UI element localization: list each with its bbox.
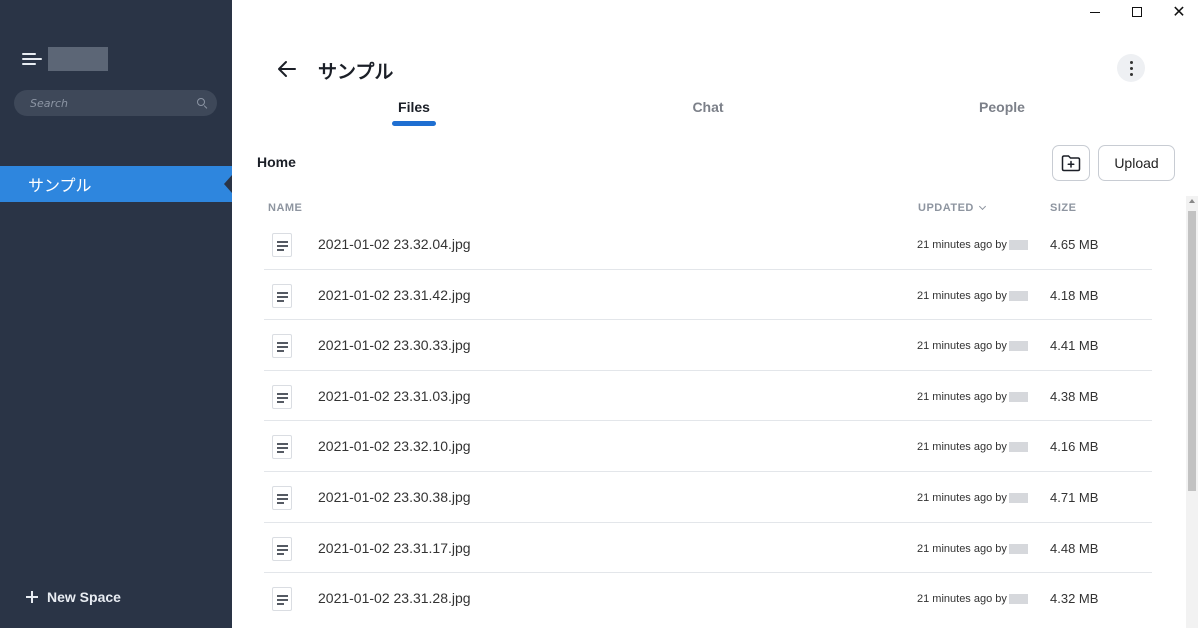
file-name[interactable]: 2021-01-02 23.32.04.jpg bbox=[318, 236, 471, 252]
file-name[interactable]: 2021-01-02 23.31.28.jpg bbox=[318, 590, 471, 606]
table-row[interactable]: 2021-01-02 23.31.42.jpg 21 minutes ago b… bbox=[264, 270, 1152, 321]
more-vertical-icon[interactable] bbox=[1117, 54, 1145, 82]
chevron-down-icon bbox=[978, 202, 986, 211]
file-icon bbox=[272, 435, 292, 460]
account-avatar[interactable] bbox=[48, 47, 108, 71]
file-size: 4.41 MB bbox=[1050, 338, 1099, 354]
file-list: 2021-01-02 23.32.04.jpg 21 minutes ago b… bbox=[264, 219, 1152, 624]
table-row[interactable]: 2021-01-02 23.32.10.jpg 21 minutes ago b… bbox=[264, 421, 1152, 472]
column-header-size[interactable]: SIZE bbox=[1050, 202, 1076, 214]
maximize-button[interactable] bbox=[1116, 0, 1158, 24]
file-icon bbox=[272, 536, 292, 561]
column-header-name[interactable]: NAME bbox=[268, 202, 302, 214]
user-name-redacted bbox=[1008, 543, 1028, 554]
scroll-up-arrow[interactable] bbox=[1189, 199, 1195, 203]
search-icon[interactable] bbox=[197, 98, 207, 108]
close-icon: ✕ bbox=[1172, 2, 1186, 21]
close-button[interactable]: ✕ bbox=[1158, 0, 1200, 24]
file-size: 4.71 MB bbox=[1050, 489, 1099, 505]
minimize-icon bbox=[1090, 11, 1100, 13]
plus-icon bbox=[26, 591, 38, 603]
sidebar-header bbox=[22, 46, 108, 72]
file-size: 4.48 MB bbox=[1050, 540, 1099, 556]
window-controls: ✕ bbox=[1074, 0, 1200, 24]
user-name-redacted bbox=[1008, 442, 1028, 453]
file-updated: 21 minutes ago by bbox=[917, 391, 1028, 403]
sidebar-item-space[interactable]: サンプル bbox=[0, 166, 232, 202]
file-icon bbox=[272, 384, 292, 409]
file-updated-text: 21 minutes ago by bbox=[917, 390, 1007, 403]
active-tab-indicator bbox=[392, 121, 436, 126]
file-icon bbox=[272, 587, 292, 612]
file-updated-text: 21 minutes ago by bbox=[917, 593, 1007, 606]
tab-chat[interactable]: Chat bbox=[678, 99, 738, 115]
new-space-button[interactable]: New Space bbox=[26, 589, 121, 605]
page-title: サンプル bbox=[318, 61, 394, 83]
column-header-updated[interactable]: UPDATED bbox=[918, 202, 986, 214]
table-row[interactable]: 2021-01-02 23.30.38.jpg 21 minutes ago b… bbox=[264, 472, 1152, 523]
file-size: 4.32 MB bbox=[1050, 591, 1099, 607]
user-name-redacted bbox=[1008, 492, 1028, 503]
file-updated: 21 minutes ago by bbox=[917, 290, 1028, 302]
file-size: 4.16 MB bbox=[1050, 439, 1099, 455]
sidebar: サンプル New Space bbox=[0, 0, 232, 628]
tab-files[interactable]: Files bbox=[384, 99, 444, 115]
user-name-redacted bbox=[1008, 391, 1028, 402]
file-icon bbox=[272, 334, 292, 359]
breadcrumb[interactable]: Home bbox=[257, 154, 296, 170]
file-icon bbox=[272, 485, 292, 510]
file-name[interactable]: 2021-01-02 23.30.33.jpg bbox=[318, 337, 471, 353]
file-updated-text: 21 minutes ago by bbox=[917, 491, 1007, 504]
user-name-redacted bbox=[1008, 594, 1028, 605]
file-size: 4.38 MB bbox=[1050, 388, 1099, 404]
file-name[interactable]: 2021-01-02 23.31.03.jpg bbox=[318, 388, 471, 404]
file-name[interactable]: 2021-01-02 23.31.17.jpg bbox=[318, 540, 471, 556]
file-updated: 21 minutes ago by bbox=[917, 492, 1028, 504]
user-name-redacted bbox=[1008, 240, 1028, 250]
table-row[interactable]: 2021-01-02 23.31.17.jpg 21 minutes ago b… bbox=[264, 523, 1152, 574]
search-input[interactable] bbox=[30, 96, 197, 110]
user-name-redacted bbox=[1008, 290, 1028, 301]
file-name[interactable]: 2021-01-02 23.30.38.jpg bbox=[318, 489, 471, 505]
file-updated-text: 21 minutes ago by bbox=[917, 340, 1007, 353]
file-name[interactable]: 2021-01-02 23.31.42.jpg bbox=[318, 287, 471, 303]
file-updated-text: 21 minutes ago by bbox=[917, 441, 1007, 454]
file-name[interactable]: 2021-01-02 23.32.10.jpg bbox=[318, 438, 471, 454]
new-folder-icon bbox=[1061, 155, 1081, 172]
sidebar-search[interactable] bbox=[14, 90, 217, 116]
file-size: 4.18 MB bbox=[1050, 287, 1099, 303]
file-updated: 21 minutes ago by bbox=[917, 239, 1028, 251]
file-updated-text: 21 minutes ago by bbox=[917, 239, 1007, 251]
sidebar-item-label: サンプル bbox=[28, 176, 92, 195]
maximize-icon bbox=[1132, 7, 1142, 17]
file-size: 4.65 MB bbox=[1050, 237, 1099, 252]
user-name-redacted bbox=[1008, 341, 1028, 352]
file-icon bbox=[272, 233, 292, 257]
table-row[interactable]: 2021-01-02 23.32.04.jpg 21 minutes ago b… bbox=[264, 219, 1152, 270]
new-space-label: New Space bbox=[47, 589, 121, 605]
scrollbar-thumb[interactable] bbox=[1188, 211, 1196, 491]
table-row[interactable]: 2021-01-02 23.31.03.jpg 21 minutes ago b… bbox=[264, 371, 1152, 422]
upload-button[interactable]: Upload bbox=[1098, 145, 1175, 181]
menu-icon[interactable] bbox=[22, 51, 42, 67]
file-updated: 21 minutes ago by bbox=[917, 340, 1028, 352]
file-updated-text: 21 minutes ago by bbox=[917, 542, 1007, 555]
table-row[interactable]: 2021-01-02 23.30.33.jpg 21 minutes ago b… bbox=[264, 320, 1152, 371]
column-header-updated-label: UPDATED bbox=[918, 202, 974, 214]
file-updated: 21 minutes ago by bbox=[917, 593, 1028, 605]
file-icon bbox=[272, 283, 292, 308]
file-updated: 21 minutes ago by bbox=[917, 543, 1028, 555]
tab-people[interactable]: People bbox=[970, 99, 1034, 115]
file-updated: 21 minutes ago by bbox=[917, 441, 1028, 453]
active-indicator bbox=[224, 175, 232, 193]
new-folder-button[interactable] bbox=[1052, 145, 1090, 181]
back-arrow-icon[interactable] bbox=[276, 58, 298, 80]
table-row[interactable]: 2021-01-02 23.31.28.jpg 21 minutes ago b… bbox=[264, 573, 1152, 624]
minimize-button[interactable] bbox=[1074, 0, 1116, 24]
file-updated-text: 21 minutes ago by bbox=[917, 289, 1007, 302]
